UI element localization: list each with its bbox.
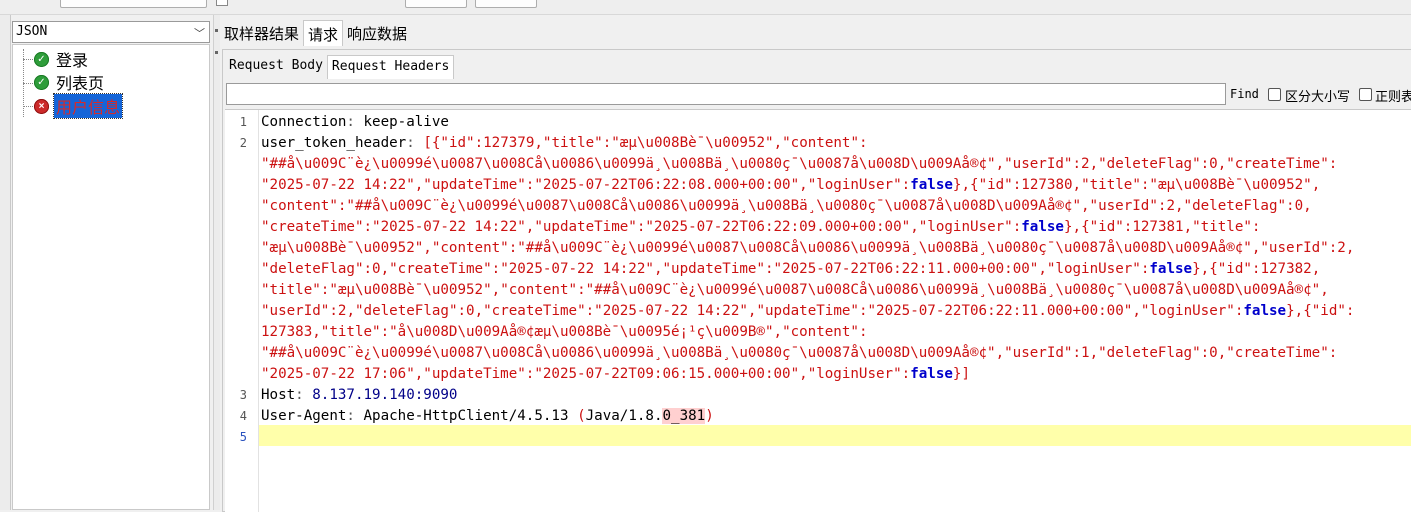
tree-item-user-info[interactable]: × 用户信息 — [34, 93, 124, 119]
header-line: "content":"##å\u009C¨è¿\u0099é\u0087\u00… — [261, 198, 1312, 214]
line-number: 4 — [239, 409, 247, 423]
line-number-gutter — [225, 110, 259, 512]
find-input[interactable] — [226, 83, 1226, 105]
header-line: "2025-07-22 17:06","updateTime":"2025-07… — [261, 366, 971, 382]
tree-item-login[interactable]: ✓ 登录 — [34, 49, 90, 70]
header-line: "deleteFlag":0,"createTime":"2025-07-22 … — [261, 261, 1321, 277]
error-shield-icon: × — [34, 98, 49, 114]
splitter-grip — [215, 51, 218, 54]
regex-checkbox[interactable] — [1359, 88, 1372, 101]
left-edge-strip — [0, 15, 11, 510]
top-toolbar — [0, 0, 1411, 15]
toolbar-button-1[interactable] — [405, 0, 467, 8]
success-shield-icon: ✓ — [34, 74, 49, 90]
tree-item-label: 登录 — [56, 53, 89, 70]
result-tree: ✓ 登录 ✓ 列表页 × 用户信息 — [12, 44, 210, 510]
renderer-select-value: JSON — [16, 24, 48, 39]
toolbar-button-2[interactable] — [475, 0, 537, 8]
tree-connector — [23, 106, 33, 107]
result-panel: 取样器结果 请求 响应数据 Request Body Request Heade… — [220, 15, 1411, 512]
tree-item-label: 用户信息 — [52, 93, 124, 119]
tree-item-label: 列表页 — [56, 76, 105, 93]
tab-response-data[interactable]: 响应数据 — [343, 20, 411, 45]
find-bar: Find 区分大小写 正则表 — [225, 83, 1411, 107]
header-line: Connection: keep-alive — [261, 114, 449, 130]
header-line: "userId":2,"deleteFlag":0,"createTime":"… — [261, 303, 1355, 319]
header-line: "title":"æµ\u008Bè¯\u00952","content":"#… — [261, 282, 1329, 298]
renderer-select[interactable]: JSON ﹀ — [12, 21, 210, 43]
header-line: "##å\u009C¨è¿\u0099é\u0087\u008Cå\u0086\… — [261, 345, 1338, 361]
line-number: 5 — [239, 430, 247, 444]
panel-splitter[interactable] — [213, 15, 220, 510]
header-line: Host: 8.137.19.140:9090 — [261, 387, 458, 403]
success-shield-icon: ✓ — [34, 51, 49, 67]
case-sensitive-label: 区分大小写 — [1285, 89, 1351, 104]
tree-item-list-page[interactable]: ✓ 列表页 — [34, 72, 106, 93]
tree-connector — [23, 83, 33, 84]
header-line: 127383,"title":"å\u008D\u009Aå®¢æµ\u008B… — [261, 324, 868, 340]
line-number: 2 — [239, 136, 247, 150]
header-line: "æµ\u008Bè¯\u00952","content":"##å\u009C… — [261, 240, 1355, 256]
result-tabs: 取样器结果 请求 响应数据 — [220, 20, 411, 46]
case-sensitive-checkbox[interactable] — [1268, 88, 1281, 101]
chevron-down-icon[interactable]: ﹀ — [194, 25, 205, 41]
toolbar-checkbox[interactable] — [216, 0, 228, 6]
line-number: 3 — [239, 388, 247, 402]
header-line: "createTime":"2025-07-22 14:22","updateT… — [261, 219, 1261, 235]
line-number: 1 — [239, 115, 247, 129]
current-line-highlight — [259, 425, 1411, 446]
splitter-grip — [215, 29, 218, 32]
headers-editor[interactable]: 1 2 3 4 5 Connection: keep-alive user_tok… — [225, 109, 1411, 512]
header-line: "##å\u009C¨è¿\u0099é\u0087\u008Cå\u0086\… — [261, 156, 1338, 172]
header-line: user_token_header: [{"id":127379,"title"… — [261, 135, 868, 151]
regex-label: 正则表 — [1375, 89, 1411, 104]
left-panel: JSON ﹀ ✓ 登录 ✓ 列表页 × 用户信息 — [0, 15, 213, 510]
find-label: Find — [1230, 87, 1259, 101]
request-panel: Request Body Request Headers Find 区分大小写 … — [222, 49, 1411, 512]
tab-sampler-result[interactable]: 取样器结果 — [220, 20, 303, 45]
tab-request-body[interactable]: Request Body — [225, 55, 327, 78]
header-line: User-Agent: Apache-HttpClient/4.5.13 (Ja… — [261, 408, 714, 424]
tab-request-headers[interactable]: Request Headers — [326, 55, 455, 79]
header-line: "2025-07-22 14:22","updateTime":"2025-07… — [261, 177, 1321, 193]
tab-request[interactable]: 请求 — [303, 20, 344, 46]
toolbar-field[interactable] — [60, 0, 207, 8]
tree-connector — [23, 59, 33, 60]
request-tabs: Request Body Request Headers — [225, 55, 455, 79]
